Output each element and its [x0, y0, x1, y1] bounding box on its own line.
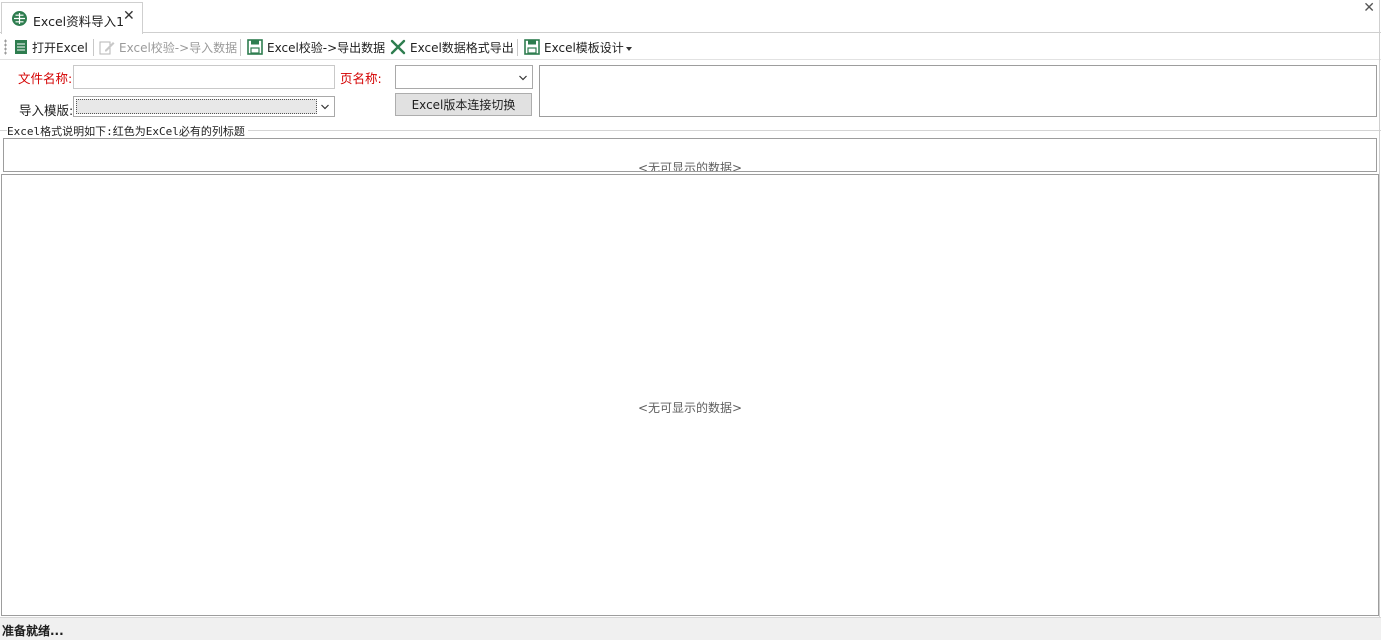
format-export-label: Excel数据格式导出	[410, 40, 514, 55]
format-export-button[interactable]: Excel数据格式导出	[390, 37, 514, 57]
file-name-input[interactable]	[73, 65, 335, 89]
sheet-name-label: 页名称:	[340, 71, 382, 86]
template-label: 导入模版:	[19, 103, 74, 118]
chevron-down-icon	[321, 104, 329, 110]
window-close-icon[interactable]: ✕	[1363, 0, 1375, 16]
template-select-focus	[76, 99, 317, 114]
validate-import-label: Excel校验->导入数据	[119, 40, 238, 55]
chevron-down-icon	[519, 75, 527, 81]
validate-import-button[interactable]: Excel校验->导入数据	[99, 37, 237, 57]
open-excel-label: 打开Excel	[32, 40, 88, 55]
toolbar-separator	[240, 39, 241, 56]
excel-version-switch-button[interactable]: Excel版本连接切换	[395, 93, 532, 116]
validate-export-button[interactable]: Excel校验->导出数据	[247, 37, 385, 57]
status-text: 准备就绪...	[2, 624, 64, 638]
tab-excel-import[interactable]: Excel资料导入1 ✕	[1, 2, 143, 34]
save-icon	[247, 39, 263, 55]
tab-strip: Excel资料导入1 ✕ ✕	[0, 0, 1381, 34]
info-textbox[interactable]	[539, 65, 1377, 117]
template-design-label: Excel模板设计	[544, 40, 624, 55]
format-grid-empty-text: <无可显示的数据>	[637, 161, 743, 172]
format-group-caption: Excel格式说明如下:红色为ExCel必有的列标题	[7, 123, 248, 139]
status-bar: 准备就绪...	[0, 617, 1381, 640]
toolbar: 打开Excel Excel校验->导入数据 Excel校验->导出数据 Exce…	[0, 34, 1381, 60]
spreadsheet-icon	[15, 40, 27, 54]
toolbar-separator	[93, 39, 94, 56]
sheet-name-select[interactable]	[395, 65, 533, 89]
format-columns-grid[interactable]: <无可显示的数据>	[3, 138, 1377, 172]
grid-globe-icon	[12, 11, 27, 26]
data-grid-empty-text: <无可显示的数据>	[637, 401, 743, 415]
data-grid[interactable]: <无可显示的数据>	[1, 174, 1379, 616]
open-excel-button[interactable]: 打开Excel	[14, 37, 88, 57]
tab-close-icon[interactable]: ✕	[123, 8, 135, 24]
toolbar-separator	[517, 39, 518, 56]
template-design-button[interactable]: Excel模板设计	[524, 37, 624, 57]
validate-export-label: Excel校验->导出数据	[267, 40, 386, 55]
template-select[interactable]	[73, 96, 335, 117]
toolbar-grip[interactable]	[4, 39, 7, 55]
close-x-icon	[390, 39, 406, 55]
edit-pencil-icon	[99, 41, 115, 55]
tab-title: Excel资料导入1	[33, 14, 125, 29]
file-name-label: 文件名称:	[18, 71, 73, 86]
save-icon	[524, 39, 540, 55]
toolbar-overflow-icon[interactable]	[626, 47, 632, 51]
